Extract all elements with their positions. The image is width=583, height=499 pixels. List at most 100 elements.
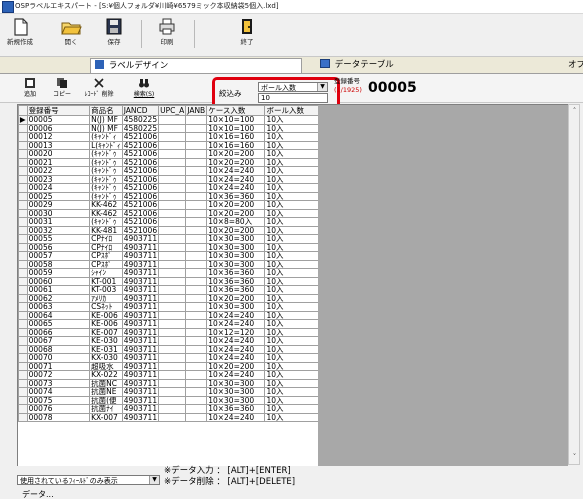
table-cell[interactable]	[185, 344, 208, 354]
table-row[interactable]: 00072 KX-022 4903711 10×24=240 10入	[18, 370, 319, 380]
table-cell[interactable]: 4903711	[121, 276, 160, 286]
table-cell[interactable]	[158, 183, 187, 193]
table-row[interactable]: 00023 (ｷｬﾝﾄﾞｩ 4521006 10×24=240 10入	[18, 174, 319, 184]
table-cell[interactable]: 10入	[264, 412, 319, 422]
table-cell[interactable]: KT-003	[89, 285, 123, 295]
table-cell[interactable]: 10入	[264, 132, 319, 142]
table-row[interactable]: 00021 (ｷｬﾝﾄﾞｩ 4521006 10×20=200 10入	[18, 157, 319, 167]
table-cell[interactable]: 10×36=360	[206, 268, 266, 278]
table-cell[interactable]: 00075	[26, 395, 91, 405]
table-cell[interactable]: 10入	[264, 200, 319, 210]
table-cell[interactable]: (ｷｬﾝﾄﾞｩ	[89, 183, 123, 193]
table-cell[interactable]: 00058	[26, 259, 91, 269]
table-cell[interactable]: 00013	[26, 140, 91, 150]
table-cell[interactable]: 4903711	[121, 404, 160, 414]
table-cell[interactable]	[185, 293, 208, 303]
table-cell[interactable]: 10×30=300	[206, 242, 266, 252]
row-header[interactable]	[18, 268, 28, 278]
table-cell[interactable]	[158, 149, 187, 159]
table-cell[interactable]: 00005	[26, 115, 91, 125]
table-cell[interactable]	[158, 174, 187, 184]
table-cell[interactable]: 10×30=300	[206, 387, 266, 397]
table-cell[interactable]: 00060	[26, 276, 91, 286]
table-cell[interactable]: CPﾅｲﾛ	[89, 242, 123, 252]
row-header[interactable]	[18, 276, 28, 286]
field-display-select[interactable]: 使用されているﾌｨｰﾙﾄﾞのみ表示 ▼	[17, 475, 160, 485]
table-cell[interactable]	[185, 302, 208, 312]
table-row[interactable]: 00066 KE-007 4903711 10×12=120 10入	[18, 327, 319, 337]
scroll-down-icon[interactable]: ˅	[570, 453, 579, 462]
table-cell[interactable]: 00020	[26, 149, 91, 159]
row-header[interactable]	[18, 353, 28, 363]
row-header[interactable]	[18, 217, 28, 227]
table-cell[interactable]: KK-462	[89, 208, 123, 218]
row-header[interactable]	[18, 395, 28, 405]
column-header[interactable]: JANCD	[121, 105, 160, 116]
table-cell[interactable]: 00057	[26, 251, 91, 261]
table-cell[interactable]: (ｷｬﾝﾄﾞｩ	[89, 191, 123, 201]
table-cell[interactable]: KK-462	[89, 200, 123, 210]
table-cell[interactable]	[158, 361, 187, 371]
table-cell[interactable]: 10入	[264, 276, 319, 286]
table-cell[interactable]: 10入	[264, 123, 319, 133]
table-row[interactable]: 00063 CSﾈｯﾄ 4903711 10×30=300 10入	[18, 302, 319, 312]
table-cell[interactable]: 10×20=200	[206, 225, 266, 235]
table-cell[interactable]	[185, 132, 208, 142]
table-cell[interactable]	[158, 395, 187, 405]
table-row[interactable]: 00032 KK-481 4521006 10×20=200 10入	[18, 225, 319, 235]
table-cell[interactable]: 10入	[264, 319, 319, 329]
table-cell[interactable]: 10入	[264, 183, 319, 193]
table-cell[interactable]	[185, 251, 208, 261]
table-cell[interactable]: 抗菌ﾅｲ	[89, 404, 123, 414]
table-cell[interactable]	[158, 208, 187, 218]
table-cell[interactable]	[158, 191, 187, 201]
table-cell[interactable]: 10入	[264, 353, 319, 363]
table-cell[interactable]: 00031	[26, 217, 91, 227]
table-cell[interactable]	[185, 225, 208, 235]
column-header[interactable]: 商品名	[89, 105, 123, 116]
table-cell[interactable]: 10入	[264, 370, 319, 380]
table-cell[interactable]: 10入	[264, 174, 319, 184]
table-cell[interactable]: 10入	[264, 302, 319, 312]
table-cell[interactable]: 10×24=240	[206, 344, 266, 354]
row-header[interactable]	[18, 225, 28, 235]
table-cell[interactable]: 抗菌(便	[89, 395, 123, 405]
table-cell[interactable]: 10入	[264, 251, 319, 261]
table-row[interactable]: 00078 KX-007 4903711 10×24=240 10入	[18, 412, 319, 422]
table-cell[interactable]: 10入	[264, 285, 319, 295]
table-cell[interactable]: 10×10=100	[206, 123, 266, 133]
table-cell[interactable]: KX-007	[89, 412, 123, 422]
table-cell[interactable]: 00023	[26, 174, 91, 184]
table-cell[interactable]	[185, 242, 208, 252]
table-cell[interactable]: KE-006	[89, 310, 123, 320]
save-button[interactable]: 保存	[95, 16, 133, 52]
table-cell[interactable]: 10×24=240	[206, 412, 266, 422]
table-cell[interactable]: 00076	[26, 404, 91, 414]
column-header[interactable]: 登録番号	[26, 105, 91, 116]
tab-data-table[interactable]: データテーブル	[320, 58, 480, 72]
row-header[interactable]	[18, 370, 28, 380]
table-cell[interactable]: 10×36=360	[206, 285, 266, 295]
table-cell[interactable]: 10入	[264, 217, 319, 227]
table-row[interactable]: 00064 KE-006 4903711 10×24=240 10入	[18, 310, 319, 320]
table-cell[interactable]: 10×30=300	[206, 251, 266, 261]
table-row[interactable]: 00073 抗菌NC 4903711 10×30=300 10入	[18, 378, 319, 388]
table-cell[interactable]: 10×36=360	[206, 404, 266, 414]
table-cell[interactable]	[185, 115, 208, 125]
table-cell[interactable]	[158, 123, 187, 133]
table-cell[interactable]	[158, 225, 187, 235]
table-cell[interactable]: 4903711	[121, 302, 160, 312]
row-header[interactable]	[18, 336, 28, 346]
table-cell[interactable]: 10入	[264, 336, 319, 346]
table-cell[interactable]: 00073	[26, 378, 91, 388]
table-cell[interactable]: 4521006	[121, 208, 160, 218]
row-header[interactable]	[18, 319, 28, 329]
table-cell[interactable]	[185, 353, 208, 363]
table-cell[interactable]: KK-481	[89, 225, 123, 235]
table-row[interactable]: 00062 ｱﾒﾘｶ 4903711 10×20=200 10入	[18, 293, 319, 303]
table-cell[interactable]: L(ｷｬﾝﾄﾞｨ	[89, 140, 123, 150]
table-cell[interactable]: 4903711	[121, 310, 160, 320]
table-cell[interactable]	[158, 140, 187, 150]
table-cell[interactable]: 10×36=360	[206, 191, 266, 201]
table-cell[interactable]	[158, 404, 187, 414]
